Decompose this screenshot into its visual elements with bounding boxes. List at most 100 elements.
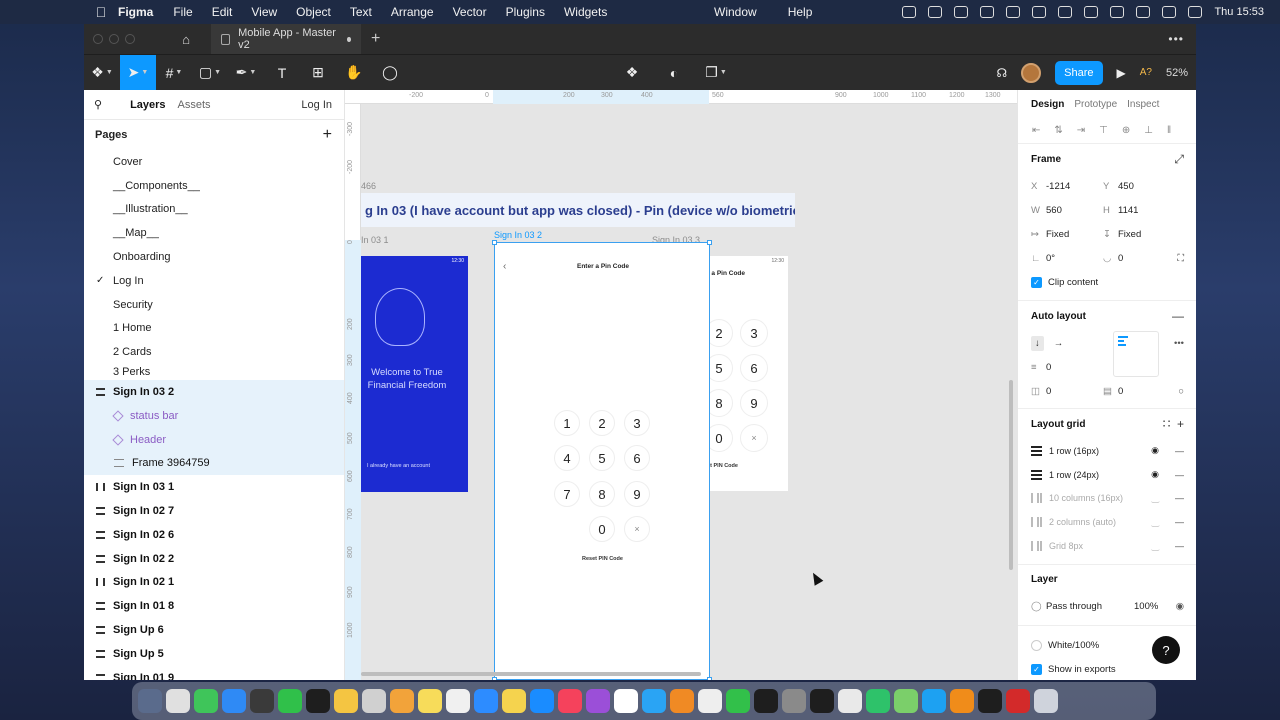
minimize-window-button[interactable]	[109, 34, 119, 44]
columns-grid-icon[interactable]	[1031, 517, 1042, 528]
menu-app-name[interactable]: Figma	[118, 5, 153, 19]
columns-grid-icon[interactable]	[1031, 493, 1042, 504]
page-item-security[interactable]: Security	[84, 293, 344, 317]
menu-file[interactable]: File	[173, 5, 192, 19]
present-icon[interactable]: ▶	[1117, 66, 1126, 80]
component-button[interactable]: ❖	[614, 55, 650, 91]
layer-sign-in-01-8[interactable]: Sign In 01 8	[84, 594, 344, 618]
reminders-icon[interactable]	[446, 689, 470, 713]
tab-design[interactable]: Design	[1031, 99, 1064, 110]
page-item-perks[interactable]: 3 Perks	[84, 364, 344, 380]
menu-vector[interactable]: Vector	[453, 5, 487, 19]
section-banner[interactable]: g In 03 (I have account but app was clos…	[361, 193, 795, 227]
move-tool-button[interactable]: ➤ ▼	[120, 54, 156, 91]
layer-sign-up-5[interactable]: Sign Up 5	[84, 642, 344, 666]
hand-tool-button[interactable]: ✋	[336, 55, 372, 91]
fill-swatch[interactable]	[1031, 640, 1042, 652]
layer-header[interactable]: Header	[84, 427, 344, 452]
vertical-padding-input[interactable]: 0	[1118, 386, 1123, 397]
finder-icon[interactable]	[138, 689, 162, 713]
home-icon[interactable]: ⌂	[173, 32, 199, 47]
shape-tool-button[interactable]: ▢ ▼	[192, 55, 228, 91]
avatar[interactable]	[1021, 62, 1042, 83]
page-item-cover[interactable]: Cover	[84, 150, 344, 174]
frog-app-icon[interactable]	[894, 689, 918, 713]
eye-closed-icon[interactable]: ‿	[1152, 541, 1159, 552]
rows-grid-icon[interactable]	[1031, 445, 1042, 456]
page-item-log-in[interactable]: ✓ Log In	[84, 269, 344, 293]
user-icon[interactable]	[1006, 6, 1021, 18]
figma-app-icon[interactable]	[810, 689, 834, 713]
resources-button[interactable]: ⊞	[300, 55, 336, 91]
app-store-icon[interactable]	[530, 689, 554, 713]
independent-corners-icon[interactable]: ⛶	[1177, 253, 1184, 264]
canvas[interactable]: -200 0 200 300 400 560 900 1000 1100 120…	[345, 90, 1017, 680]
rows-grid-icon[interactable]	[1031, 469, 1042, 480]
section-label[interactable]: 466	[361, 181, 376, 191]
script-editor-icon[interactable]	[698, 689, 722, 713]
menu-arrange[interactable]: Arrange	[391, 5, 434, 19]
add-page-button[interactable]: +	[323, 126, 332, 144]
calendar-icon[interactable]	[614, 689, 638, 713]
remove-grid-icon[interactable]: —	[1175, 541, 1184, 551]
width-mode-dropdown[interactable]: Fixed	[1046, 229, 1069, 240]
notes-icon[interactable]	[418, 689, 442, 713]
resize-handle[interactable]	[707, 677, 712, 680]
activity-monitor-icon[interactable]	[754, 689, 778, 713]
resize-to-fit-icon[interactable]: ⤢	[1174, 152, 1184, 167]
eye-icon[interactable]: ◉	[1151, 469, 1159, 480]
stickies-icon[interactable]	[502, 689, 526, 713]
align-top-icon[interactable]: ⊤	[1099, 125, 1108, 136]
resize-handle[interactable]	[707, 240, 712, 245]
headphones-icon[interactable]: ☊	[996, 66, 1007, 80]
menu-view[interactable]: View	[251, 5, 277, 19]
frame-tool-button[interactable]: # ▼	[156, 55, 192, 91]
more-options-button[interactable]: •••	[1168, 32, 1184, 46]
bluetooth-icon[interactable]	[1058, 6, 1073, 18]
grid-row[interactable]: 10 columns (16px) ‿ —	[1031, 487, 1184, 511]
layer-sign-in-01-9[interactable]: Sign In 01 9	[84, 666, 344, 680]
resize-handle[interactable]	[492, 677, 497, 680]
text-tool-button[interactable]: T	[264, 55, 300, 91]
align-right-icon[interactable]: ⇥	[1077, 125, 1085, 136]
show-in-exports-checkbox[interactable]: ✓	[1031, 664, 1042, 676]
layer-sign-in-03-1[interactable]: Sign In 03 1	[84, 475, 344, 499]
more-options-icon[interactable]: •••	[1174, 338, 1184, 349]
x-input[interactable]: -1214	[1046, 181, 1070, 192]
numbers-icon[interactable]	[726, 689, 750, 713]
mask-button[interactable]: ◐	[656, 55, 692, 91]
blend-mode-dropdown[interactable]: Pass through	[1046, 601, 1134, 612]
align-left-icon[interactable]: ⇤	[1032, 125, 1040, 136]
layer-sign-in-03-2[interactable]: Sign In 03 2	[84, 380, 344, 404]
record-icon[interactable]	[902, 6, 917, 18]
remove-grid-icon[interactable]: —	[1175, 446, 1184, 456]
skype-icon[interactable]	[922, 689, 946, 713]
podcasts-icon[interactable]	[586, 689, 610, 713]
battery-icon[interactable]	[1084, 6, 1099, 18]
control-center-icon[interactable]	[1162, 6, 1177, 18]
opacity-input[interactable]: 100%	[1134, 601, 1158, 612]
music-icon[interactable]	[558, 689, 582, 713]
zoom-icon[interactable]	[474, 689, 498, 713]
wifi-icon[interactable]	[1110, 6, 1125, 18]
align-bottom-icon[interactable]: ⊥	[1144, 125, 1153, 136]
help-button[interactable]: ?	[1152, 636, 1180, 664]
shield-icon[interactable]	[954, 6, 969, 18]
grid-row[interactable]: Grid 8px ‿ —	[1031, 534, 1184, 558]
main-menu-button[interactable]: ❖ ▼	[84, 55, 120, 91]
alignment-grid[interactable]	[1113, 331, 1159, 377]
vlc-icon[interactable]	[950, 689, 974, 713]
frame-label-left[interactable]: In 03 1	[361, 235, 389, 245]
resize-handle[interactable]	[492, 240, 497, 245]
welcome-frame[interactable]: Welcome to True Financial Freedom I alre…	[361, 256, 468, 492]
calculator-icon[interactable]	[250, 689, 274, 713]
page-dropdown[interactable]: Log In	[301, 99, 332, 111]
apple-menu-icon[interactable]: 	[84, 4, 118, 20]
eye-icon[interactable]: ◉	[1176, 601, 1184, 612]
trash-icon[interactable]	[1034, 689, 1058, 713]
width-input[interactable]: 560	[1046, 205, 1062, 216]
page-item-illustration[interactable]: __Illustration__	[84, 198, 344, 222]
ai-badge[interactable]: A?	[1140, 67, 1152, 78]
clip-content-checkbox[interactable]: ✓	[1031, 276, 1042, 288]
zoom-window-button[interactable]	[125, 34, 135, 44]
